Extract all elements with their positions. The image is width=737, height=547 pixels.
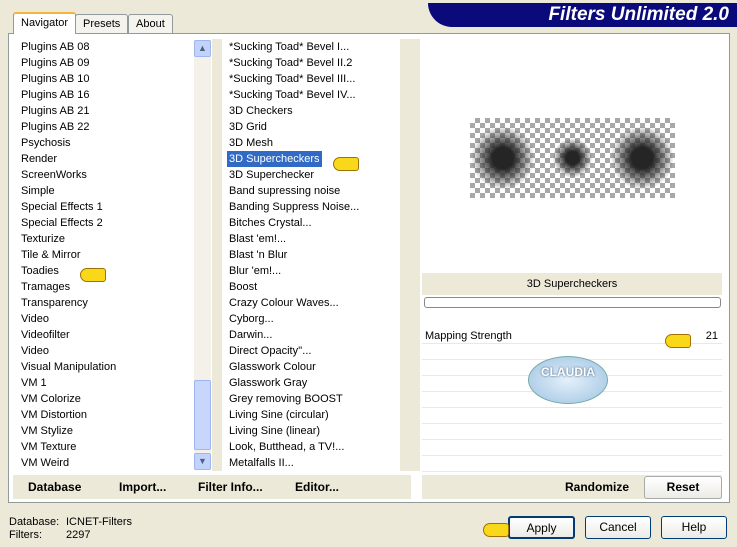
filters-count: 2297 xyxy=(66,529,91,541)
list-item[interactable]: Plugins AB 16 xyxy=(19,87,92,103)
list-item[interactable]: Cyborg... xyxy=(227,311,276,327)
list-item[interactable]: Blast 'n Blur xyxy=(227,247,289,263)
database-info: Database: ICNET-Filters Filters: 2297 xyxy=(9,516,132,542)
help-button[interactable]: Help xyxy=(661,516,727,539)
list-item[interactable]: Darwin... xyxy=(227,327,274,343)
preview-image xyxy=(470,118,675,198)
list-item[interactable]: ScreenWorks xyxy=(19,167,89,183)
list-item[interactable]: Boost xyxy=(227,279,259,295)
database-button[interactable]: Database xyxy=(28,480,81,494)
list-item[interactable]: Video xyxy=(19,311,51,327)
list-item[interactable]: Tile & Mirror xyxy=(19,247,82,263)
list-item[interactable]: Grey removing BOOST xyxy=(227,391,345,407)
list-item[interactable]: Crazy Colour Waves... xyxy=(227,295,341,311)
list-item[interactable]: *Sucking Toad* Bevel I... xyxy=(227,39,351,55)
database-value: ICNET-Filters xyxy=(66,516,132,528)
list-item[interactable]: Special Effects 2 xyxy=(19,215,105,231)
filter-info-button[interactable]: Filter Info... xyxy=(198,480,263,494)
list-item[interactable]: VM Colorize xyxy=(19,391,83,407)
scroll-up-button[interactable]: ▲ xyxy=(194,40,211,57)
list-item[interactable]: VM Distortion xyxy=(19,407,89,423)
reset-button[interactable]: Reset xyxy=(644,476,722,499)
pointing-hand-icon xyxy=(80,268,106,282)
watermark-logo: CLAUDIA xyxy=(528,356,608,404)
list-item[interactable]: Plugins AB 08 xyxy=(19,39,92,55)
editor-button[interactable]: Editor... xyxy=(295,480,339,494)
database-label: Database: xyxy=(9,516,60,528)
category-list[interactable]: Plugins AB 08 Plugins AB 09 Plugins AB 10 P… xyxy=(19,39,193,471)
list-item[interactable]: Plugins AB 10 xyxy=(19,71,92,87)
import-button[interactable]: Import... xyxy=(119,480,166,494)
list-item[interactable]: Bitches Crystal... xyxy=(227,215,314,231)
category-scrollbar[interactable]: ▲ ▼ xyxy=(194,40,211,470)
list-item[interactable]: Band supressing noise xyxy=(227,183,342,199)
parameter-row[interactable] xyxy=(422,424,722,440)
list-item[interactable]: Visual Manipulation xyxy=(19,359,118,375)
list-buttons-bar: Database Import... Filter Info... Editor… xyxy=(13,475,411,499)
list-item[interactable]: VM Stylize xyxy=(19,423,75,439)
tab-presets[interactable]: Presets xyxy=(75,14,129,34)
app-title-banner: Filters Unlimited 2.0 xyxy=(428,3,737,27)
list-item[interactable]: 3D Superchecker xyxy=(227,167,316,183)
randomize-button[interactable]: Randomize xyxy=(565,480,629,494)
preview-filter-title: 3D Supercheckers xyxy=(422,273,722,295)
list-item[interactable]: Psychosis xyxy=(19,135,73,151)
list-item[interactable]: Videofilter xyxy=(19,327,72,343)
cancel-button[interactable]: Cancel xyxy=(585,516,651,539)
list-item[interactable]: 3D Grid xyxy=(227,119,269,135)
list-item[interactable]: Special Effects 1 xyxy=(19,199,105,215)
list-item[interactable]: Blast 'em!... xyxy=(227,231,288,247)
tab-about[interactable]: About xyxy=(128,14,173,34)
list-item[interactable]: Plugins AB 21 xyxy=(19,103,92,119)
list-item[interactable]: Toadies xyxy=(19,263,61,279)
list-item[interactable]: Living Sine (circular) xyxy=(227,407,331,423)
list-item[interactable]: Blur 'em!... xyxy=(227,263,283,279)
list-item[interactable]: Video xyxy=(19,343,51,359)
list-item[interactable]: Transparency xyxy=(19,295,90,311)
parameter-row[interactable] xyxy=(422,440,722,456)
list-item[interactable]: Tramages xyxy=(19,279,72,295)
list-item[interactable]: Direct Opacity''... xyxy=(227,343,313,359)
list-item[interactable]: Banding Suppress Noise... xyxy=(227,199,361,215)
list-item[interactable]: VM 1 xyxy=(19,375,49,391)
list-item[interactable]: Glasswork Colour xyxy=(227,359,318,375)
list-item[interactable]: Plugins AB 22 xyxy=(19,119,92,135)
list-item[interactable]: 3D Checkers xyxy=(227,103,295,119)
filter-list[interactable]: *Sucking Toad* Bevel I... *Sucking Toad* … xyxy=(227,39,402,471)
list-item[interactable]: Glasswork Gray xyxy=(227,375,309,391)
parameter-value[interactable]: 21 xyxy=(706,328,718,344)
param-buttons-bar: Randomize Reset xyxy=(422,475,722,499)
filters-label: Filters: xyxy=(9,529,42,541)
list-item[interactable]: *Sucking Toad* Bevel IV... xyxy=(227,87,358,103)
list-item[interactable]: Living Sine (linear) xyxy=(227,423,322,439)
parameter-row[interactable] xyxy=(422,456,722,472)
list-item[interactable]: Render xyxy=(19,151,59,167)
list-item[interactable]: VM Texture xyxy=(19,439,78,455)
list-item[interactable]: Metalfalls II... xyxy=(227,455,296,471)
list-item[interactable]: Look, Butthead, a TV!... xyxy=(227,439,346,455)
pointing-hand-icon xyxy=(483,523,509,537)
list-item[interactable]: *Sucking Toad* Bevel II.2 xyxy=(227,55,354,71)
scroll-thumb[interactable] xyxy=(194,380,211,450)
list-item[interactable]: *Sucking Toad* Bevel III... xyxy=(227,71,357,87)
apply-button[interactable]: Apply xyxy=(508,516,575,539)
progress-bar xyxy=(424,297,721,308)
parameter-row[interactable] xyxy=(422,408,722,424)
tab-navigator[interactable]: Navigator xyxy=(13,12,77,34)
list-item[interactable]: Plugins AB 09 xyxy=(19,55,92,71)
pointing-hand-icon xyxy=(333,157,359,171)
list-item[interactable]: 3D Mesh xyxy=(227,135,275,151)
list-item[interactable]: 3D Supercheckers xyxy=(227,151,322,167)
parameter-label: Mapping Strength xyxy=(425,330,512,342)
scroll-down-button[interactable]: ▼ xyxy=(194,453,211,470)
list-item[interactable]: VM Weird xyxy=(19,455,71,471)
list-item[interactable]: Texturize xyxy=(19,231,67,247)
list-item[interactable]: Simple xyxy=(19,183,57,199)
pointing-hand-icon xyxy=(665,334,691,348)
